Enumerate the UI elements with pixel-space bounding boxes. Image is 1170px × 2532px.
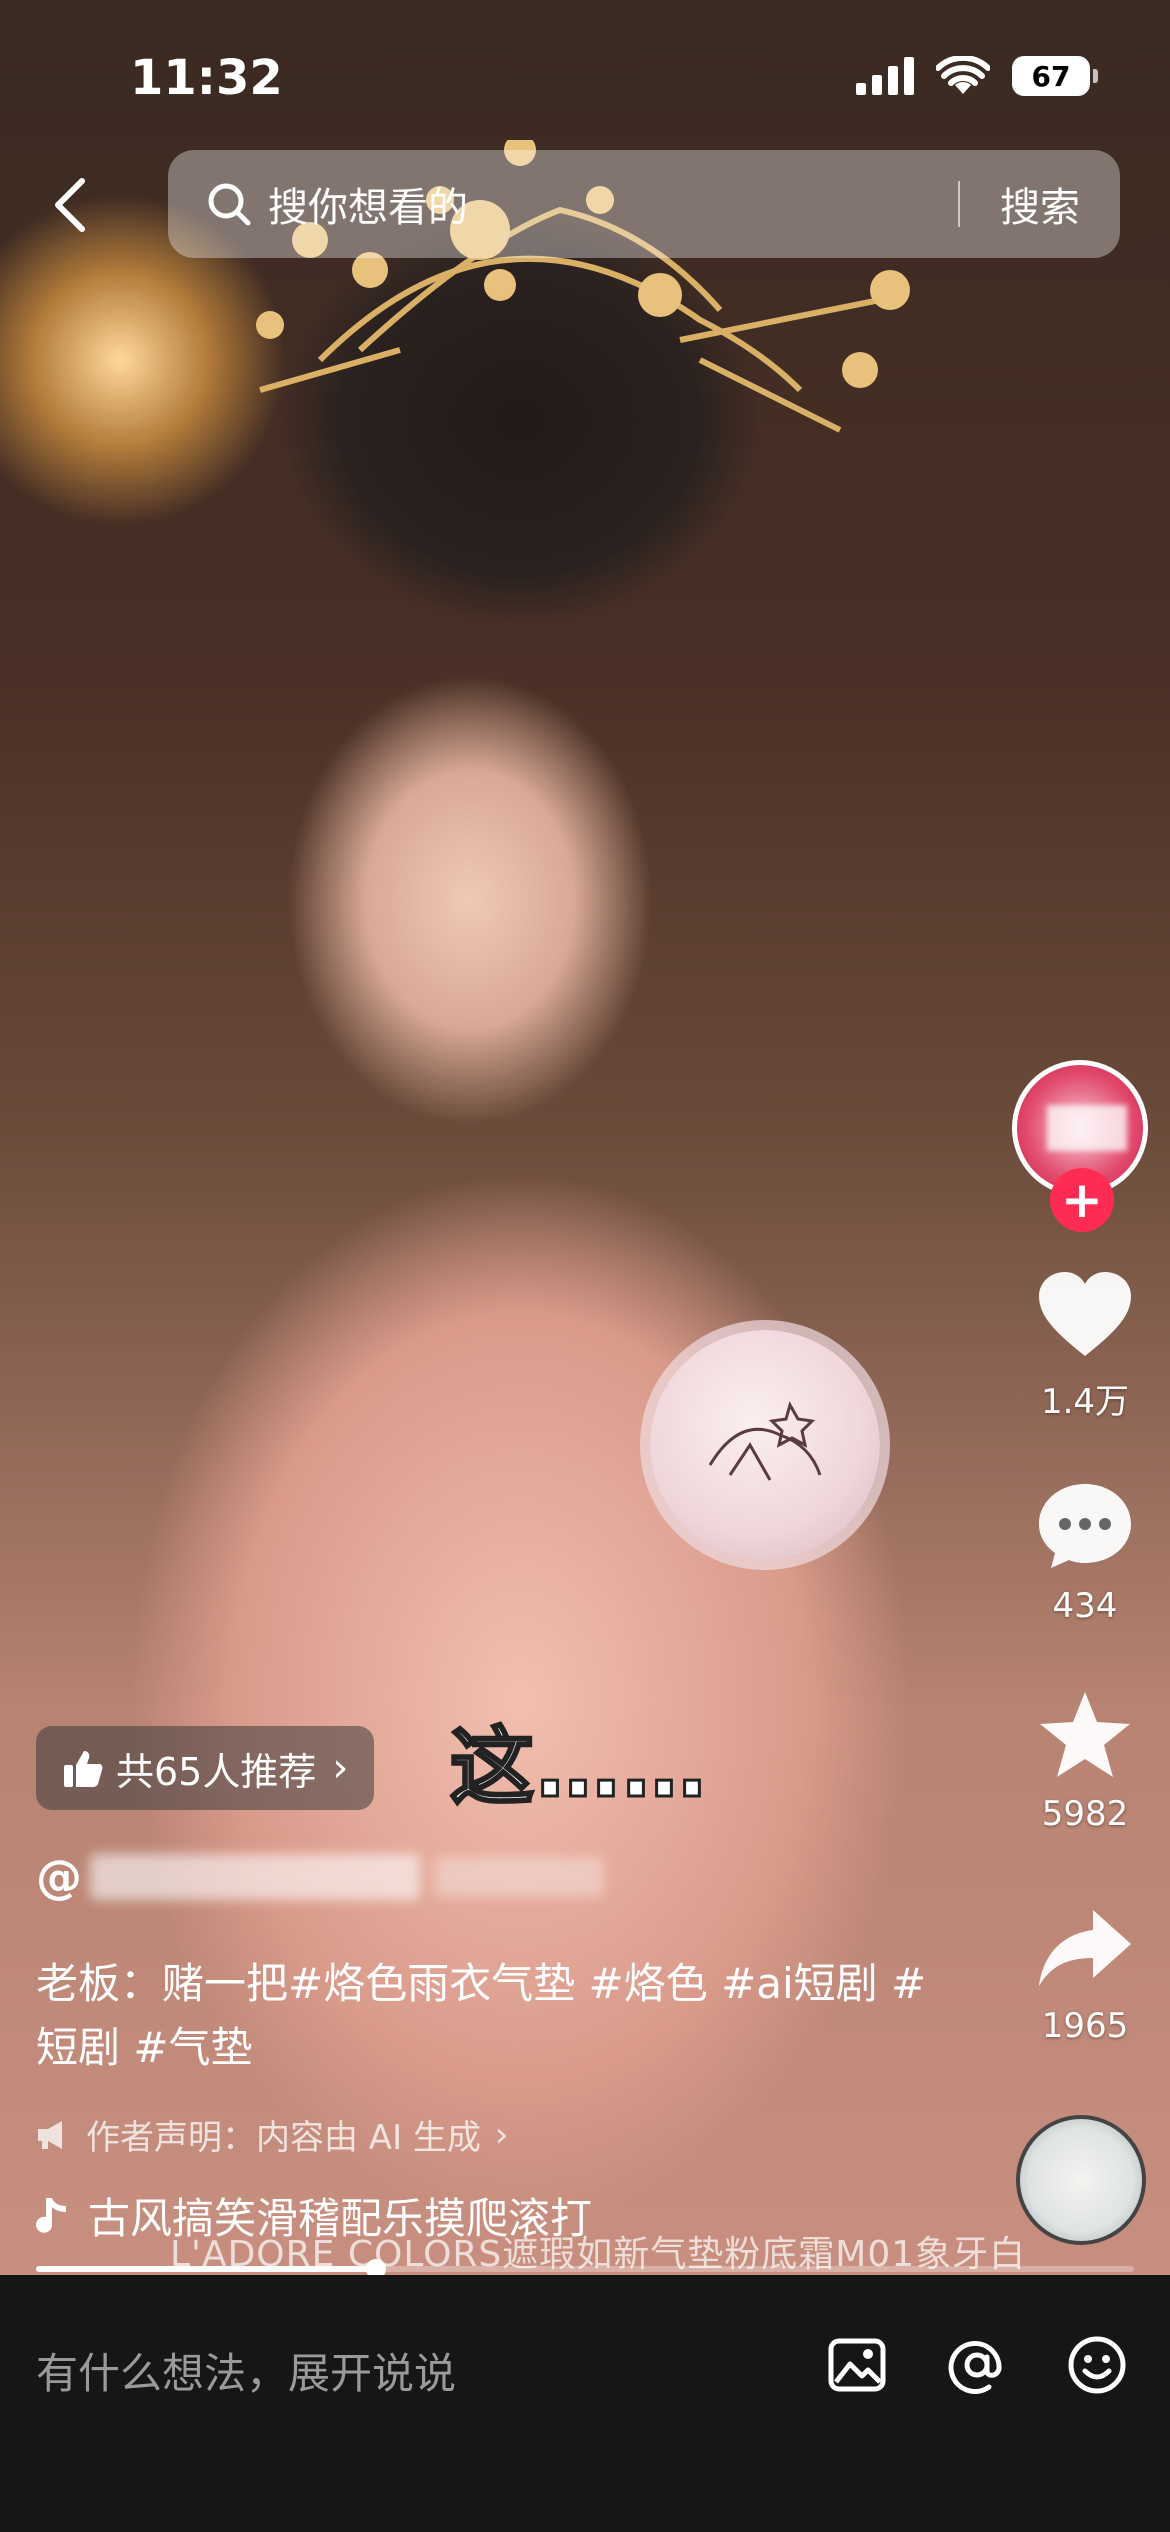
recommend-pill[interactable]: 共65人推荐 › — [36, 1726, 375, 1810]
author-name[interactable]: @ — [36, 1850, 604, 1904]
wifi-icon — [936, 56, 990, 94]
search-input[interactable]: 搜你想看的 — [268, 175, 958, 233]
like-count: 1.4万 — [1040, 1382, 1130, 1422]
like-button[interactable]: 1.4万 — [1020, 1270, 1150, 1423]
video-progress-bar[interactable] — [36, 2259, 1134, 2279]
comment-count: 434 — [1052, 1586, 1118, 1626]
share-icon — [1039, 1910, 1131, 1986]
author-prefix: @ — [36, 1850, 82, 1904]
emoji-icon — [1068, 2336, 1126, 2394]
status-icons: 67 — [856, 56, 1098, 96]
progress-fill — [36, 2266, 377, 2272]
favorite-count: 5982 — [1041, 1794, 1129, 1834]
thumbs-up-icon — [64, 1751, 103, 1787]
music-disc[interactable] — [1016, 2115, 1146, 2245]
share-count: 1965 — [1041, 2006, 1129, 2046]
author-declaration[interactable]: 作者声明：内容由 AI 生成 › — [36, 2110, 509, 2159]
comment-button[interactable]: 434 — [1020, 1480, 1150, 1626]
star-icon — [1040, 1692, 1130, 1777]
search-bar[interactable]: 搜你想看的 搜索 — [168, 150, 1120, 258]
video-description[interactable]: 老板：赌一把#烙色雨衣气垫 #烙色 #ai短剧 #短剧 #气垫 — [36, 1952, 936, 2080]
mention-button[interactable] — [942, 2330, 1012, 2400]
comment-input[interactable]: 有什么想法，展开说说 — [36, 2340, 456, 2401]
follow-button[interactable]: + — [1050, 1168, 1114, 1232]
battery-indicator: 67 — [1012, 56, 1098, 96]
heart-icon — [1039, 1272, 1131, 1356]
image-button[interactable] — [822, 2330, 892, 2400]
back-button[interactable] — [40, 170, 100, 240]
share-button[interactable]: 1965 — [1020, 1906, 1150, 2046]
post-date-redacted — [434, 1857, 604, 1897]
favorite-button[interactable]: 5982 — [1020, 1688, 1150, 1834]
image-icon — [828, 2338, 886, 2392]
author-name-redacted — [90, 1854, 420, 1900]
status-time: 11:32 — [130, 50, 283, 106]
declaration-text: 作者声明：内容由 AI 生成 — [86, 2118, 481, 2158]
avatar-blur — [1047, 1105, 1127, 1151]
video-caption: 这…… — [448, 1717, 709, 1818]
status-bar: 11:32 67 — [0, 50, 1170, 130]
music-note-icon — [36, 2197, 66, 2233]
megaphone-icon — [38, 2120, 62, 2149]
emoji-button[interactable] — [1062, 2330, 1132, 2400]
comment-icon — [1039, 1484, 1131, 1568]
recommend-label: 共65人推荐 — [116, 1749, 317, 1794]
at-icon — [948, 2341, 1002, 2394]
cushion-compact — [650, 1330, 880, 1560]
search-button[interactable]: 搜索 — [960, 175, 1120, 233]
back-icon — [55, 178, 85, 232]
chevron-right-icon: › — [332, 1745, 349, 1791]
chevron-right-icon: › — [494, 2114, 509, 2155]
video-frame[interactable] — [0, 0, 1170, 2275]
signal-icon — [856, 57, 914, 95]
search-icon — [208, 183, 251, 226]
comment-bar: 有什么想法，展开说说 — [0, 2275, 1170, 2532]
